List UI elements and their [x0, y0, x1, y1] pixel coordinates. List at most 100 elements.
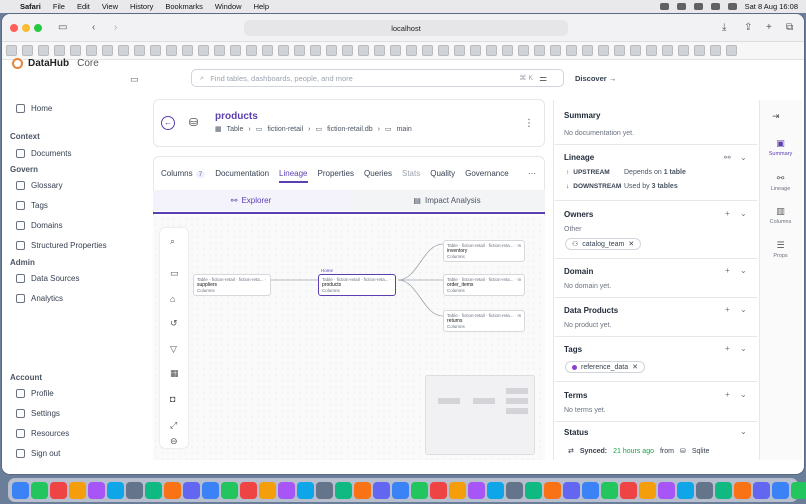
menu-file[interactable]: File [53, 2, 65, 11]
favorite-site-icon[interactable] [22, 45, 33, 56]
breadcrumb-platform[interactable]: fiction-retail [267, 126, 303, 133]
node-columns[interactable]: Columns [322, 288, 392, 293]
new-tab-icon[interactable]: + [766, 22, 772, 33]
favorite-site-icon[interactable] [662, 45, 673, 56]
dock-app-icon[interactable] [240, 481, 257, 499]
breadcrumb-database[interactable]: fiction-retail.db [327, 126, 373, 133]
sidebar-item-sign-out[interactable]: Sign out [16, 449, 60, 458]
dock-app-icon[interactable] [373, 481, 390, 499]
dock-app-icon[interactable] [164, 481, 181, 499]
tray-icon[interactable] [693, 3, 703, 10]
downstream-count[interactable]: 3 tables [652, 183, 678, 190]
search-bar[interactable]: ⌕ Find tables, dashboards, people, and m… [191, 69, 564, 87]
dock-app-icon[interactable] [411, 481, 428, 499]
tabs-overview-icon[interactable]: ⧉ [786, 22, 793, 33]
menu-app[interactable]: Safari [20, 2, 41, 11]
favorite-site-icon[interactable] [310, 45, 321, 56]
upstream-count[interactable]: 1 table [664, 169, 686, 176]
collapse-panel-icon[interactable]: ⇥ [772, 111, 780, 122]
back-icon[interactable]: ‹ [92, 22, 95, 33]
favorite-site-icon[interactable] [534, 45, 545, 56]
lineage-node-downstream[interactable]: Table · fiction-retail · fiction-reta...… [443, 274, 525, 296]
node-columns[interactable]: Columns [447, 288, 521, 293]
sidebar-item-glossary[interactable]: Glossary [16, 181, 63, 190]
sidebar-item-profile[interactable]: Profile [16, 389, 54, 398]
favorite-site-icon[interactable] [550, 45, 561, 56]
menu-help[interactable]: Help [254, 2, 269, 11]
tab-documentation[interactable]: Documentation [215, 169, 269, 183]
rail-summary[interactable]: ▣ Summary [759, 138, 802, 157]
tab-lineage[interactable]: Lineage [279, 169, 308, 183]
favorite-site-icon[interactable] [566, 45, 577, 56]
favorite-site-icon[interactable] [38, 45, 49, 56]
dock-app-icon[interactable] [316, 481, 333, 499]
dock-app-icon[interactable] [392, 481, 409, 499]
dock-app-icon[interactable] [582, 481, 599, 499]
upstream-row[interactable]: ↑ UPSTREAM [566, 169, 610, 176]
dock-app-icon[interactable] [354, 481, 371, 499]
rail-lineage[interactable]: ⚯ Lineage [759, 173, 802, 192]
favorite-site-icon[interactable] [70, 45, 81, 56]
menu-history[interactable]: History [130, 2, 153, 11]
favorite-site-icon[interactable] [134, 45, 145, 56]
owner-chip[interactable]: ⚇ catalog_team ✕ [565, 238, 642, 250]
favorite-site-icon[interactable] [614, 45, 625, 56]
favorite-site-icon[interactable] [326, 45, 337, 56]
tag-chip[interactable]: reference_data ✕ [565, 361, 645, 373]
sidebar-item-analytics[interactable]: Analytics [16, 294, 63, 303]
chevron-down-icon[interactable]: ⌄ [740, 305, 747, 314]
favorite-site-icon[interactable] [598, 45, 609, 56]
dock-app-icon[interactable] [677, 481, 694, 499]
favorite-site-icon[interactable] [182, 45, 193, 56]
sidebar-item-domains[interactable]: Domains [16, 221, 63, 230]
filter-icon[interactable]: ⚌ [539, 73, 547, 84]
dock-app-icon[interactable] [145, 481, 162, 499]
sidebar-item-tags[interactable]: Tags [16, 201, 48, 210]
dock-app-icon[interactable] [639, 481, 656, 499]
favorite-site-icon[interactable] [214, 45, 225, 56]
favorite-site-icon[interactable] [422, 45, 433, 56]
sidebar-toggle-icon[interactable]: ▭ [58, 22, 67, 33]
dock-app-icon[interactable] [658, 481, 675, 499]
sidebar-item-documents[interactable]: Documents [16, 149, 71, 158]
favorite-site-icon[interactable] [102, 45, 113, 56]
favorite-site-icon[interactable] [470, 45, 481, 56]
favorite-site-icon[interactable] [262, 45, 273, 56]
chevron-down-icon[interactable]: ⌄ [740, 266, 747, 275]
rail-props[interactable]: ☰ Props [759, 240, 802, 259]
dock-app-icon[interactable] [259, 481, 276, 499]
sidebar-item-structured-properties[interactable]: Structured Properties [16, 241, 107, 250]
battery-icon[interactable] [727, 3, 737, 10]
tab-quality[interactable]: Quality [430, 169, 455, 183]
favorite-site-icon[interactable] [630, 45, 641, 56]
dock-app-icon[interactable] [791, 481, 806, 499]
node-columns[interactable]: Columns [197, 288, 267, 293]
address-bar[interactable]: localhost [244, 20, 568, 36]
favorite-site-icon[interactable] [678, 45, 689, 56]
tab-queries[interactable]: Queries [364, 169, 392, 183]
favorite-site-icon[interactable] [294, 45, 305, 56]
dock-app-icon[interactable] [221, 481, 238, 499]
sidebar-item-settings[interactable]: Settings [16, 409, 60, 418]
app-logo[interactable]: DataHub Core [12, 58, 99, 69]
favorite-site-icon[interactable] [646, 45, 657, 56]
favorite-site-icon[interactable] [502, 45, 513, 56]
menu-window[interactable]: Window [215, 2, 242, 11]
dock-app-icon[interactable] [487, 481, 504, 499]
favorite-site-icon[interactable] [342, 45, 353, 56]
dock-app-icon[interactable] [297, 481, 314, 499]
favorite-site-icon[interactable] [278, 45, 289, 56]
dock-app-icon[interactable] [753, 481, 770, 499]
dock-app-icon[interactable] [468, 481, 485, 499]
share-icon[interactable]: ⇪ [744, 22, 752, 33]
dock-app-icon[interactable] [107, 481, 124, 499]
favorite-site-icon[interactable] [694, 45, 705, 56]
favorite-site-icon[interactable] [518, 45, 529, 56]
dock-app-icon[interactable] [734, 481, 751, 499]
lineage-node-downstream[interactable]: Table · fiction-retail · fiction-reta...… [443, 310, 525, 332]
entity-name[interactable]: products [215, 111, 258, 122]
dock-app-icon[interactable] [449, 481, 466, 499]
more-options-icon[interactable]: ⋮ [524, 118, 534, 129]
favorite-site-icon[interactable] [390, 45, 401, 56]
back-arrow-icon[interactable]: ← [161, 116, 175, 130]
